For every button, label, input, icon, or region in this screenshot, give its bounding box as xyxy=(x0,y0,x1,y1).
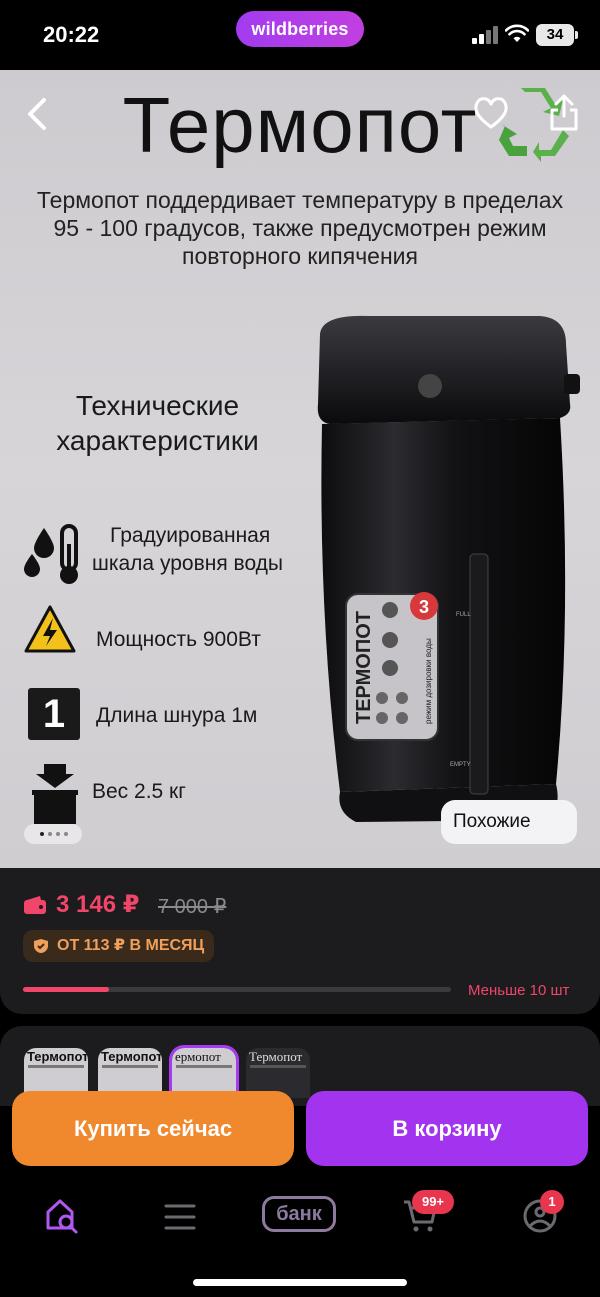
profile-badge: 1 xyxy=(540,1190,564,1214)
spec-power: Мощность 900Вт xyxy=(0,602,320,662)
kettle-full: FULL xyxy=(456,612,471,618)
installment-badge[interactable]: ОТ 113 ₽ В МЕСЯЦ xyxy=(23,930,215,962)
favorite-heart-icon[interactable] xyxy=(472,94,510,132)
water-thermometer-icon xyxy=(24,524,78,584)
wifi-icon xyxy=(505,24,529,42)
add-to-cart-button[interactable]: В корзину xyxy=(306,1091,588,1166)
kettle-brand: ТЕРМОПОТ xyxy=(353,611,375,724)
spec-water-scale-line1: Градуированная xyxy=(110,524,271,547)
bank-label: банк xyxy=(276,1203,322,1225)
wallet-icon xyxy=(24,896,46,914)
product-image-gallery[interactable]: Термопот Термопот поддердивает температу… xyxy=(0,70,600,868)
old-price: 7 000 ₽ xyxy=(158,896,227,918)
stock-level-fill xyxy=(23,987,109,992)
home-indicator xyxy=(193,1279,407,1286)
spec-cord: 1 Длина шнура 1м xyxy=(0,684,320,744)
thumbnail-label: Термопот xyxy=(249,1049,303,1064)
back-button[interactable] xyxy=(22,96,52,132)
thumbnail-label: Термопот xyxy=(101,1049,162,1064)
gallery-pagination xyxy=(24,824,82,844)
spec-power-text: Мощность 900Вт xyxy=(96,628,261,651)
share-icon[interactable] xyxy=(548,92,580,132)
battery-indicator: 34 xyxy=(536,24,578,46)
bottom-navigation: банк 99+ 1 xyxy=(0,1180,600,1297)
stock-level-bar xyxy=(23,987,451,992)
cart-badge: 99+ xyxy=(412,1190,454,1214)
product-image-description: Термопот поддердивает температуру в пред… xyxy=(36,187,564,269)
kettle-empty: EMPTY xyxy=(450,762,471,768)
thumbnail-label: Термопот xyxy=(27,1049,88,1064)
thumbnail-label: ермопот xyxy=(175,1049,221,1064)
status-bar: 20:22 wildberries 34 xyxy=(0,0,600,70)
specs-heading: Технические характеристики xyxy=(56,390,259,456)
status-time: 20:22 xyxy=(43,22,100,47)
kettle-side-text: режим дозировки воды xyxy=(424,638,433,724)
spec-cord-text: Длина шнура 1м xyxy=(96,704,258,727)
weight-icon xyxy=(32,764,78,824)
shield-icon xyxy=(34,939,48,953)
high-voltage-icon xyxy=(24,605,76,653)
number-one-icon: 1 xyxy=(28,688,80,740)
cellular-signal-icon xyxy=(472,26,500,44)
action-bar: Купить сейчас В корзину xyxy=(0,1080,600,1180)
buy-now-button[interactable]: Купить сейчас xyxy=(12,1091,294,1166)
spec-water-scale-line2: шкала уровня воды xyxy=(92,552,284,575)
price-panel: 3 146 ₽ 7 000 ₽ ОТ 113 ₽ В МЕСЯЦ Меньше … xyxy=(0,868,600,1014)
home-search-icon[interactable] xyxy=(44,1196,80,1236)
spec-weight-text: Вес 2.5 кг xyxy=(92,780,186,803)
installment-text: ОТ 113 ₽ В МЕСЯЦ xyxy=(57,937,205,954)
spec-weight: Вес 2.5 кг xyxy=(0,762,320,832)
menu-icon[interactable] xyxy=(164,1202,196,1232)
stock-label: Меньше 10 шт xyxy=(468,982,570,999)
similar-products-button[interactable]: Похожие xyxy=(441,800,577,844)
current-price: 3 146 ₽ xyxy=(56,891,140,918)
spec-water-scale: Градуированная шкала уровня воды xyxy=(0,520,320,590)
wildberries-logo[interactable]: wildberries xyxy=(236,11,364,47)
thermopot-product-photo: 3 ТЕРМОПОТ режим дозировки воды FULL EMP… xyxy=(317,315,580,822)
kettle-number: 3 xyxy=(419,597,429,617)
bank-button[interactable]: банк xyxy=(262,1196,336,1232)
